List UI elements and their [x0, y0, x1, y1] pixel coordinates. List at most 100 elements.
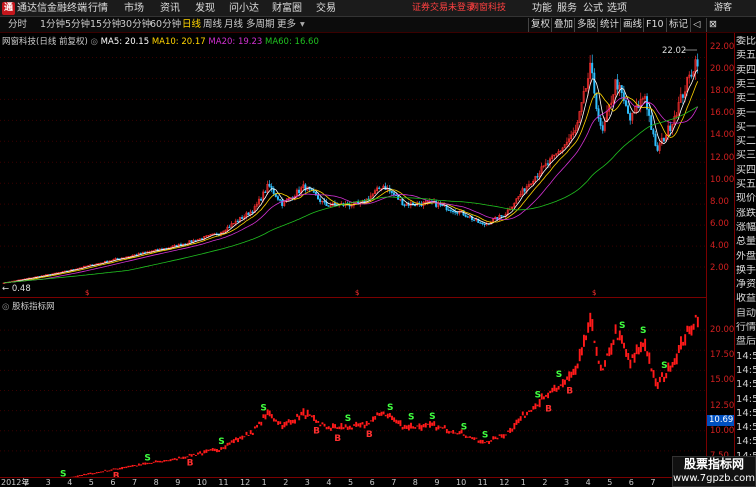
date-label: 7 — [391, 478, 397, 487]
indicator-bar — [380, 411, 383, 416]
guest-label[interactable]: 游客 — [714, 0, 732, 17]
ma5-line — [3, 69, 698, 284]
indicator-bar — [342, 427, 345, 430]
menu-formula[interactable]: 公式 — [583, 0, 603, 17]
period-tab-15min[interactable]: 15分钟 — [90, 17, 121, 33]
kline-chart[interactable]: 22.02 ← 0.48 $ $ $ — [0, 33, 706, 298]
indicator-bar — [570, 371, 573, 378]
indicator-bar — [494, 436, 497, 440]
settings-icon[interactable]: ◎ — [2, 302, 9, 312]
indicator-panel[interactable]: SBSBSSBBSBSSSSSSBSBSSS — [0, 299, 706, 487]
indicator-bar — [553, 384, 556, 392]
price-tick: 12.00 — [710, 152, 735, 163]
menu-market[interactable]: 市场 — [124, 0, 144, 17]
indicator-bar — [235, 437, 237, 441]
adjust-button[interactable]: 复权 — [528, 18, 552, 32]
indicator-bar — [133, 465, 136, 467]
candle-body — [654, 133, 657, 146]
menu-discover[interactable]: 发现 — [195, 0, 215, 17]
quote-field-label: 盘后 — [736, 336, 756, 348]
kline-chart-panel[interactable]: 22.02 ← 0.48 $ $ $ — [0, 33, 706, 298]
draw-button[interactable]: 画线 — [620, 18, 644, 32]
candle-body — [247, 212, 250, 216]
quote-field-label: 收益 — [736, 293, 756, 305]
indicator-bar — [159, 460, 161, 463]
date-label: 5 — [348, 478, 354, 487]
price-tick: 20.00 — [710, 64, 735, 75]
candle-body — [228, 226, 231, 229]
login-notice[interactable]: 证券交易未登录 — [412, 0, 475, 17]
indicator-bar — [167, 460, 170, 462]
period-tab-30min[interactable]: 30分钟 — [120, 17, 151, 33]
indicator-bar — [306, 409, 309, 417]
indicator-bar — [572, 368, 575, 376]
indicator-bar — [355, 421, 358, 427]
quote-field-label: 涨跌 — [736, 207, 756, 219]
menu-service[interactable]: 服务 — [557, 0, 577, 17]
menu-wealth[interactable]: 财富圈 — [272, 0, 302, 17]
candle-body — [669, 125, 672, 132]
indicator-bar — [169, 459, 172, 462]
expand-icon[interactable]: ◎ — [91, 37, 98, 47]
indicator-bar — [637, 347, 640, 355]
menu-quotes[interactable]: 行情 — [88, 0, 108, 17]
indicator-bar — [281, 425, 284, 430]
price-tick: 6.00 — [710, 218, 729, 229]
candle-body — [456, 212, 459, 214]
f10-button[interactable]: F10 — [643, 18, 666, 32]
date-label: 1 — [520, 478, 526, 487]
menu-options[interactable]: 选项 — [607, 0, 627, 17]
indicator-bar — [523, 415, 526, 418]
candle-body — [593, 72, 596, 94]
candle-body — [403, 204, 406, 206]
stats-button[interactable]: 统计 — [597, 18, 621, 32]
quote-field-label: 总量 — [736, 236, 756, 248]
indicator-bar — [264, 414, 267, 420]
panel-left-icon[interactable]: ◁ — [690, 18, 702, 32]
indicator-bar — [386, 413, 389, 419]
indicator-bar — [671, 362, 674, 368]
indicator-bar — [450, 431, 453, 433]
indicator-bar — [504, 434, 507, 436]
quote-field-label: 净资 — [736, 279, 756, 291]
period-tab-5min[interactable]: 5分钟 — [65, 17, 90, 33]
indicator-bar — [232, 439, 235, 444]
period-tab-monthly[interactable]: 月线 — [224, 17, 243, 33]
mark-button[interactable]: 标记 — [666, 18, 690, 32]
period-tab-tick[interactable]: 分时 — [8, 17, 27, 33]
indicator-bar — [260, 421, 263, 426]
stock-label: 网窗科技(日线 前复权) — [2, 37, 88, 47]
menu-ask[interactable]: 问小达 — [229, 0, 259, 17]
menu-trade[interactable]: 交易 — [316, 0, 336, 17]
sell-signal: S — [60, 469, 66, 477]
period-tab-multi[interactable]: 多周期 — [246, 17, 275, 33]
indicator-bar — [658, 376, 661, 383]
menu-news[interactable]: 资讯 — [160, 0, 180, 17]
period-tab-60min[interactable]: 60分钟 — [150, 17, 181, 33]
broker-notice[interactable]: 网窗科技 — [470, 0, 506, 17]
indicator-bar — [585, 335, 588, 341]
date-label: 6 — [369, 478, 375, 487]
ma10-value: MA10: 20.17 — [151, 37, 206, 47]
period-toolbar: 分时 1分钟 5分钟 15分钟 30分钟 60分钟 日线 周线 月线 多周期 更… — [0, 17, 756, 33]
period-tab-more[interactable]: 更多 — [277, 17, 296, 33]
panel-close-icon[interactable]: ⊠ — [706, 18, 719, 32]
indicator-bar — [403, 424, 406, 429]
indicator-bar — [308, 414, 311, 416]
period-tab-weekly[interactable]: 周线 — [203, 17, 222, 33]
indicator-bar — [467, 436, 469, 438]
indicator-chart[interactable]: S BSBSSBBSBSS SSSSBSBS SS — [0, 299, 706, 487]
period-tab-daily[interactable]: 日线 — [182, 17, 201, 33]
indicator-bar — [382, 411, 385, 415]
candle-body — [546, 163, 549, 165]
multi-stock-button[interactable]: 多股 — [574, 18, 598, 32]
indicator-bar — [374, 416, 377, 420]
period-tab-1min[interactable]: 1分钟 — [40, 17, 65, 33]
menu-function[interactable]: 功能 — [532, 0, 552, 17]
candle-body — [466, 216, 469, 218]
overlay-button[interactable]: 叠加 — [551, 18, 575, 32]
indicator-bar — [502, 434, 505, 439]
candle-body — [390, 190, 393, 194]
more-dropdown-icon[interactable]: ▾ — [300, 17, 305, 33]
buy-signal: B — [313, 427, 320, 437]
